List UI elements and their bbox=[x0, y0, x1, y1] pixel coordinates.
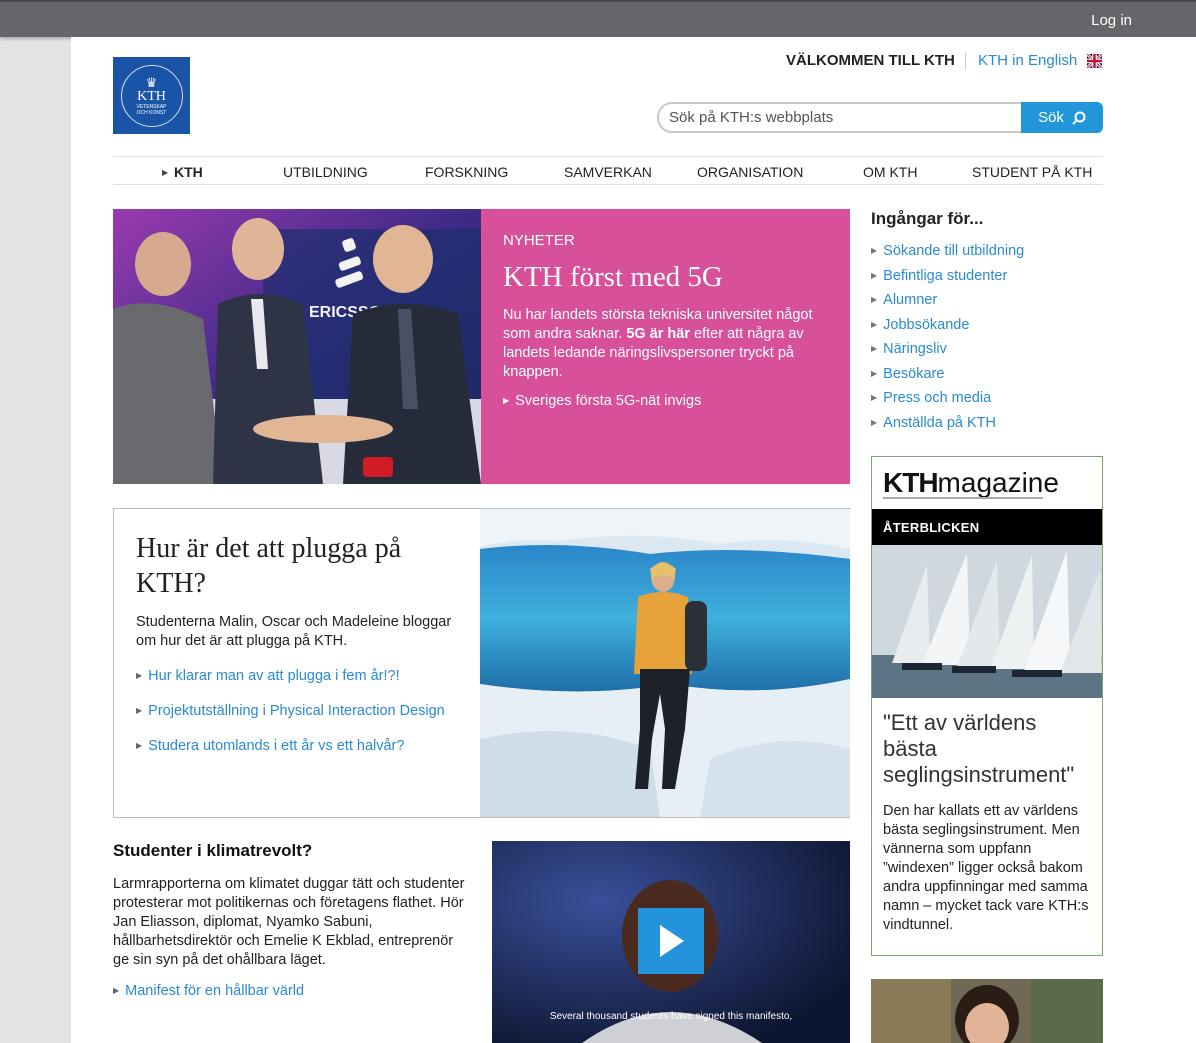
logo-seal: ♛ KTH VETENSKAP OCH KONST bbox=[120, 64, 183, 127]
climate-link[interactable]: ▶ Manifest för en hållbar värld bbox=[113, 983, 473, 999]
entry-link[interactable]: ▶ Anställda på KTH bbox=[871, 414, 1103, 432]
play-icon[interactable] bbox=[638, 908, 704, 974]
entries-list: Ingångar för... ▶ Sökande till utbildning… bbox=[871, 209, 1103, 432]
entry-label: Jobbsökande bbox=[883, 316, 970, 333]
portrait-photo[interactable] bbox=[871, 979, 1103, 1043]
hero-news: ERICSSON NYHETER KTH först med 5G Nu har… bbox=[113, 209, 850, 484]
triangle-right-icon: ▶ bbox=[871, 417, 878, 427]
triangle-right-icon: ▶ bbox=[871, 368, 878, 378]
glacier-photo[interactable] bbox=[480, 509, 850, 817]
entry-link[interactable]: ▶ Press och media bbox=[871, 389, 1103, 407]
news-tag: NYHETER bbox=[503, 232, 575, 249]
hero-link-label: Sveriges första 5G-nät invigs bbox=[515, 393, 702, 409]
climate-video[interactable]: Several thousand students have signed th… bbox=[492, 841, 850, 1043]
login-link[interactable]: Log in bbox=[1091, 12, 1132, 29]
hero-text: NYHETER KTH först med 5G Nu har landets … bbox=[481, 209, 850, 484]
entry-link[interactable]: ▶ Sökande till utbildning bbox=[871, 242, 1103, 260]
entry-link[interactable]: ▶ Alumner bbox=[871, 291, 1103, 309]
page: ♛ KTH VETENSKAP OCH KONST VÄLKOMMEN TILL… bbox=[71, 37, 1196, 1043]
study-link-2-label: Projektutställning i Physical Interactio… bbox=[148, 703, 445, 719]
climate-link-label: Manifest för en hållbar värld bbox=[125, 983, 305, 999]
study-link-3-label: Studera utomlands i ett år vs ett halvår… bbox=[148, 738, 405, 754]
search-button[interactable]: Sök bbox=[1021, 102, 1103, 133]
study-summary: Studenterna Malin, Oscar och Madeleine b… bbox=[136, 614, 452, 649]
uk-flag-icon[interactable] bbox=[1087, 54, 1102, 68]
study-text: Hur är det att plugga på KTH? Studentern… bbox=[136, 531, 466, 756]
hero-link[interactable]: ▶ Sveriges första 5G-nät invigs bbox=[503, 393, 828, 409]
triangle-right-icon: ▶ bbox=[871, 319, 878, 329]
main-nav: ▶ KTH UTBILDNING FORSKNING SAMVERKAN ORG… bbox=[113, 156, 1103, 185]
divider bbox=[965, 52, 966, 70]
entry-label: Befintliga studenter bbox=[883, 267, 1008, 284]
triangle-right-icon: ▶ bbox=[136, 706, 143, 715]
entry-link[interactable]: ▶ Näringsliv bbox=[871, 340, 1103, 358]
entry-label: Sökande till utbildning bbox=[883, 243, 1025, 259]
hero-summary: Nu har landets största tekniska universi… bbox=[503, 306, 828, 382]
search-input[interactable] bbox=[657, 102, 1023, 133]
nav-item-student[interactable]: STUDENT PÅ KTH bbox=[972, 164, 1092, 180]
entries-title: Ingångar för... bbox=[871, 209, 984, 228]
study-link-1[interactable]: ▶ Hur klarar man av att plugga i fem år!?… bbox=[136, 666, 466, 686]
triangle-right-icon: ▶ bbox=[871, 393, 878, 402]
triangle-right-icon: ▶ bbox=[871, 344, 878, 353]
study-title[interactable]: Hur är det att plugga på KTH? bbox=[136, 531, 466, 601]
study-link-3[interactable]: ▶ Studera utomlands i ett år vs ett halvå… bbox=[136, 736, 466, 756]
hero-summary-bold: 5G är här bbox=[626, 326, 690, 342]
search-form: Sök bbox=[657, 102, 1103, 133]
logo-subtext-2: OCH KONST bbox=[136, 109, 167, 116]
search-button-label: Sök bbox=[1038, 109, 1064, 126]
entry-link[interactable]: ▶ Jobbsökande bbox=[871, 316, 1103, 334]
triangle-right-icon: ▶ bbox=[136, 741, 143, 750]
magazine-section: ÅTERBLICKEN bbox=[872, 509, 1102, 545]
magazine-text: Den har kallats ett av världens bästa se… bbox=[883, 803, 1089, 933]
entry-link[interactable]: ▶ Besökare bbox=[871, 365, 1103, 383]
kth-logo[interactable]: ♛ KTH VETENSKAP OCH KONST bbox=[113, 57, 190, 134]
sailboats-photo bbox=[872, 545, 1102, 698]
nav-item-organisation[interactable]: ORGANISATION bbox=[697, 164, 803, 180]
triangle-right-icon: ▶ bbox=[871, 295, 878, 304]
triangle-right-icon: ▶ bbox=[871, 246, 878, 255]
study-link-1-label: Hur klarar man av att plugga i fem år!?! bbox=[148, 668, 400, 684]
magazine-brand-light: magazine bbox=[937, 467, 1059, 498]
video-caption: Several thousand students have signed th… bbox=[549, 1011, 793, 1022]
entry-label: Anställda på KTH bbox=[883, 414, 996, 431]
climate-summary: Larmrapporterna om klimatet duggar tätt … bbox=[113, 876, 465, 968]
hero-title[interactable]: KTH först med 5G bbox=[503, 261, 828, 294]
crown-icon: ♛ bbox=[145, 74, 158, 90]
welcome-link[interactable]: VÄLKOMMEN TILL KTH bbox=[786, 52, 955, 69]
triangle-right-icon: ▶ bbox=[113, 986, 120, 995]
hero-photo[interactable]: ERICSSON bbox=[113, 209, 481, 484]
entry-label: Besökare bbox=[883, 365, 945, 382]
magazine-header: KTHmagazine bbox=[872, 457, 1102, 509]
magazine-fine-print bbox=[883, 497, 1043, 499]
nav-item-samverkan[interactable]: SAMVERKAN bbox=[564, 164, 652, 180]
nav-item-forskning[interactable]: FORSKNING bbox=[425, 164, 508, 180]
entry-label: Alumner bbox=[883, 292, 938, 308]
triangle-right-icon: ▶ bbox=[503, 396, 510, 405]
entry-label: Press och media bbox=[883, 390, 992, 406]
climate-title[interactable]: Studenter i klimatrevolt? bbox=[113, 841, 473, 861]
study-link-2[interactable]: ▶ Projektutställning i Physical Interacti… bbox=[136, 701, 466, 721]
english-link[interactable]: KTH in English bbox=[978, 52, 1077, 69]
kth-magazine-card[interactable]: KTHmagazine ÅTERBLICKEN "Ett av världens… bbox=[871, 456, 1103, 956]
search-icon bbox=[1072, 111, 1086, 125]
entry-link[interactable]: ▶ Befintliga studenter bbox=[871, 267, 1103, 285]
nav-item-om-kth[interactable]: OM KTH bbox=[863, 164, 917, 180]
magazine-brand-bold: KTH bbox=[883, 467, 939, 498]
nav-item-utbildning[interactable]: UTBILDNING bbox=[283, 164, 368, 180]
triangle-right-icon: ▶ bbox=[871, 270, 878, 280]
triangle-right-icon: ▶ bbox=[136, 671, 143, 680]
top-bar: Log in bbox=[0, 0, 1196, 37]
entry-label: Näringsliv bbox=[883, 341, 947, 357]
triangle-right-icon: ▶ bbox=[162, 168, 169, 177]
logo-text: KTH bbox=[137, 88, 166, 104]
nav-item-kth[interactable]: KTH bbox=[174, 164, 203, 180]
climate-feature: Studenter i klimatrevolt? Larmrapportern… bbox=[113, 841, 473, 999]
magazine-quote[interactable]: "Ett av världens bästa seglingsinstrumen… bbox=[872, 698, 1102, 788]
study-feature: Hur är det att plugga på KTH? Studentern… bbox=[113, 508, 850, 818]
